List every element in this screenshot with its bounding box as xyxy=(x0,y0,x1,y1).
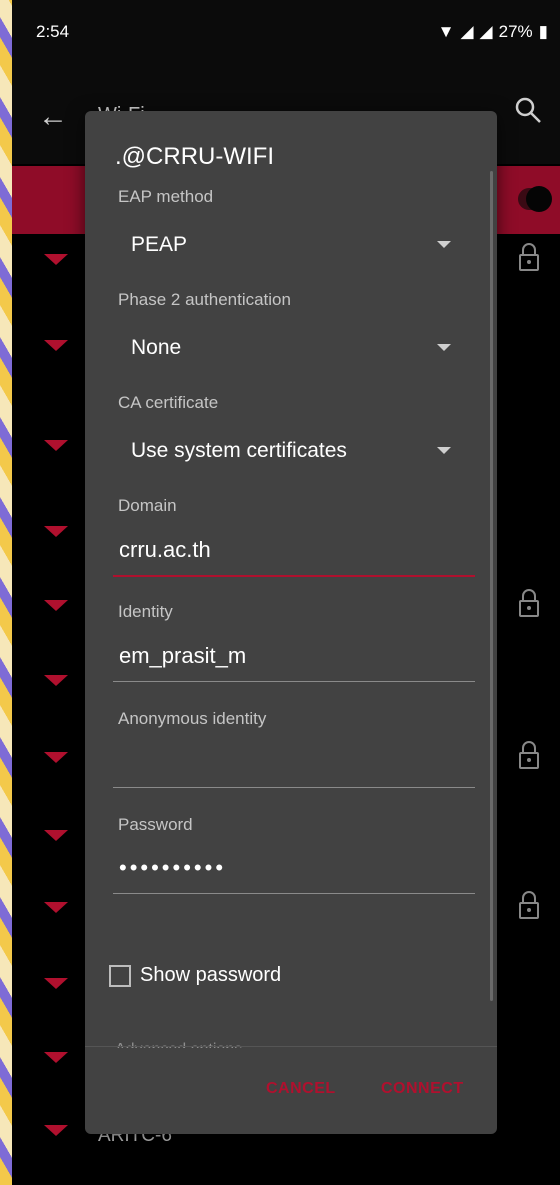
wifi-signal-icon xyxy=(44,340,68,351)
eap-method-value: PEAP xyxy=(131,233,188,256)
ca-certificate-select[interactable]: Use system certificates xyxy=(125,431,451,471)
password-label: Password xyxy=(118,815,193,834)
status-bar: 2:54 ▼ ◢ ◢ 27% ▮ xyxy=(12,0,560,64)
wifi-signal-icon xyxy=(44,1125,68,1136)
lock-icon xyxy=(519,243,539,271)
wifi-signal-icon xyxy=(44,526,68,537)
domain-input[interactable]: crru.ac.th xyxy=(113,529,475,577)
search-icon[interactable] xyxy=(514,96,542,124)
ca-certificate-value: Use system certificates xyxy=(131,439,347,462)
dialog-title: .@CRRU-WIFI xyxy=(115,143,274,170)
wifi-signal-icon xyxy=(44,978,68,989)
toggle-knob xyxy=(526,186,552,212)
wifi-signal-icon xyxy=(44,600,68,611)
connect-button[interactable]: CONNECT xyxy=(375,1079,470,1099)
dialog-scrollbar[interactable] xyxy=(490,171,493,1001)
phone-screen: 2:54 ▼ ◢ ◢ 27% ▮ ← Wi-Fi ARITC-6 .@CRRU-… xyxy=(12,0,560,1185)
eap-method-select[interactable]: PEAP xyxy=(125,225,451,265)
wifi-signal-icon xyxy=(44,1052,68,1063)
phase2-select[interactable]: None xyxy=(125,328,451,368)
signal-icon-2: ◢ xyxy=(479,22,493,41)
battery-icon: ▮ xyxy=(538,22,548,41)
anonymous-identity-input[interactable] xyxy=(113,741,475,788)
wifi-toggle[interactable] xyxy=(518,186,552,212)
chevron-down-icon xyxy=(437,447,451,454)
show-password-label[interactable]: Show password xyxy=(140,964,281,987)
show-password-checkbox[interactable] xyxy=(109,965,131,987)
chevron-down-icon xyxy=(437,344,451,351)
domain-value: crru.ac.th xyxy=(119,537,211,562)
domain-label: Domain xyxy=(118,496,177,515)
eap-method-label: EAP method xyxy=(118,187,214,206)
status-icons: ▼ ◢ ◢ 27% ▮ xyxy=(438,22,548,42)
signal-icon: ◢ xyxy=(460,22,474,41)
lock-icon xyxy=(519,741,539,769)
lock-icon xyxy=(519,891,539,919)
anonymous-identity-label: Anonymous identity xyxy=(118,709,267,728)
phase2-value: None xyxy=(131,336,182,359)
wifi-signal-icon xyxy=(44,752,68,763)
wifi-status-icon: ▼ xyxy=(437,22,455,41)
password-value: •••••••••• xyxy=(119,855,227,880)
identity-value: em_prasit_m xyxy=(119,643,247,668)
status-time: 2:54 xyxy=(36,22,70,41)
lock-icon xyxy=(519,589,539,617)
battery-percent: 27% xyxy=(498,22,533,41)
identity-input[interactable]: em_prasit_m xyxy=(113,635,475,682)
wifi-signal-icon xyxy=(44,830,68,841)
wifi-signal-icon xyxy=(44,902,68,913)
wifi-config-dialog: .@CRRU-WIFI EAP method PEAP Phase 2 auth… xyxy=(85,111,497,1134)
chevron-down-icon xyxy=(437,241,451,248)
dialog-divider xyxy=(85,1046,497,1047)
back-arrow-icon[interactable]: ← xyxy=(38,100,68,134)
cancel-button[interactable]: CANCEL xyxy=(260,1079,342,1099)
phase2-label: Phase 2 authentication xyxy=(118,290,291,309)
wifi-signal-icon xyxy=(44,440,68,451)
wifi-signal-icon xyxy=(44,675,68,686)
ca-certificate-label: CA certificate xyxy=(118,393,219,412)
password-input[interactable]: •••••••••• xyxy=(113,847,475,894)
wifi-signal-icon xyxy=(44,254,68,265)
identity-label: Identity xyxy=(118,602,173,621)
